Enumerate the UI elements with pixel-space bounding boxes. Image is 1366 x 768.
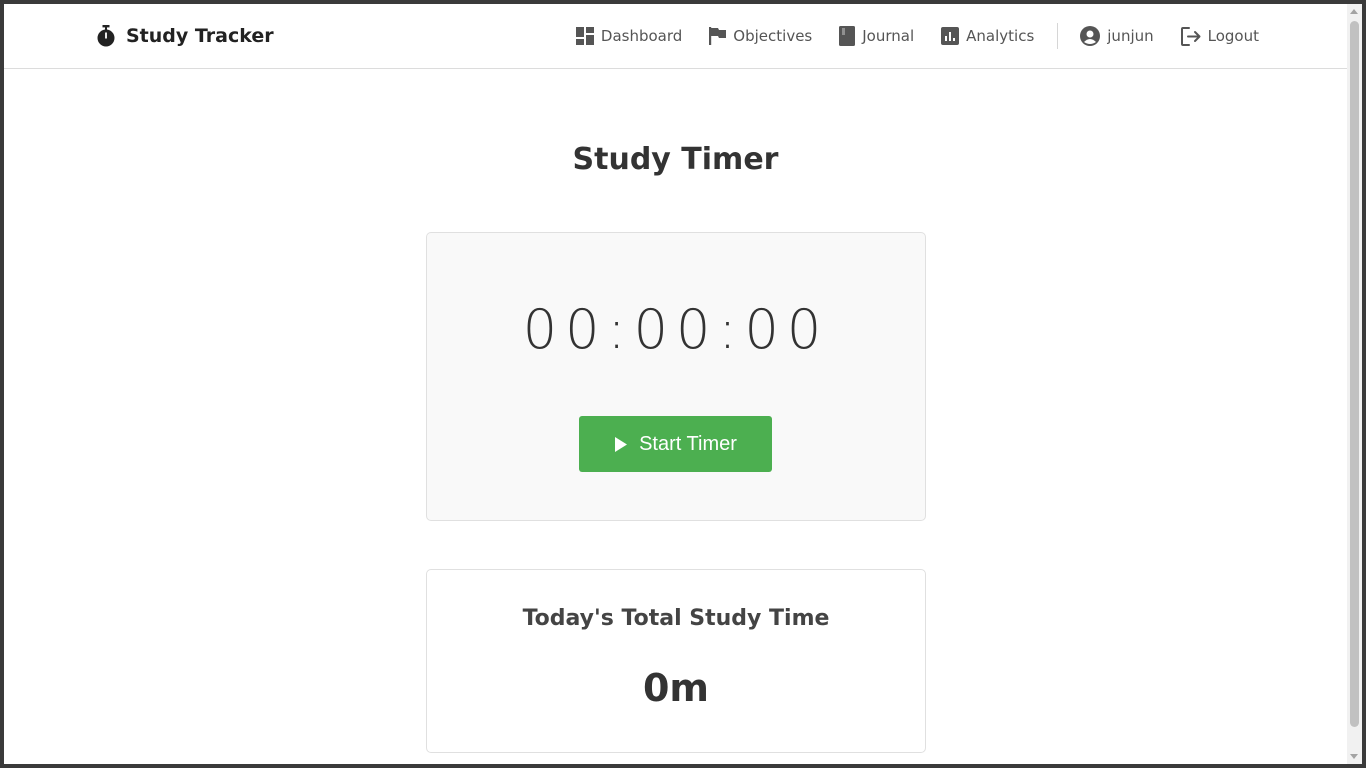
start-timer-button[interactable]: Start Timer	[579, 416, 772, 472]
logout-label: Logout	[1207, 27, 1259, 45]
user-menu[interactable]: junjun	[1080, 26, 1154, 46]
logout-button[interactable]: Logout	[1180, 26, 1259, 46]
scroll-down-arrow-icon[interactable]	[1350, 754, 1358, 759]
nav-item-dashboard[interactable]: Dashboard	[575, 27, 683, 45]
vertical-scrollbar[interactable]	[1347, 4, 1362, 764]
brand-name: Study Tracker	[126, 25, 274, 47]
play-icon	[614, 436, 628, 452]
brand-link[interactable]: Study Tracker	[96, 22, 274, 50]
dashboard-icon	[575, 27, 594, 45]
nav-item-label: Journal	[862, 27, 915, 45]
page-title: Study Timer	[572, 142, 779, 177]
flag-icon	[709, 27, 727, 45]
timer-card: 00:00:00 Start Timer	[426, 232, 926, 521]
total-study-card: Today's Total Study Time 0m	[426, 569, 926, 753]
browser-window: Study Tracker Dashboard Objectives Journ…	[4, 4, 1362, 764]
top-navbar: Study Tracker Dashboard Objectives Journ…	[4, 4, 1347, 69]
analytics-icon	[941, 27, 960, 45]
nav-item-journal[interactable]: Journal	[839, 26, 914, 46]
nav-item-label: Dashboard	[600, 27, 683, 45]
book-icon	[839, 26, 856, 46]
username: junjun	[1107, 27, 1154, 45]
nav-divider	[1057, 23, 1059, 49]
nav-item-objectives[interactable]: Objectives	[709, 27, 812, 45]
total-study-value: 0m	[642, 666, 710, 710]
nav-item-label: Analytics	[966, 27, 1035, 45]
nav-item-analytics[interactable]: Analytics	[941, 27, 1034, 45]
scroll-up-arrow-icon[interactable]	[1350, 9, 1358, 14]
logout-icon	[1180, 26, 1201, 46]
nav-item-label: Objectives	[733, 27, 813, 45]
scrollbar-thumb[interactable]	[1350, 21, 1359, 727]
total-study-title: Today's Total Study Time	[522, 606, 830, 631]
timer-display: 00:00:00	[522, 298, 830, 361]
start-timer-label: Start Timer	[639, 432, 737, 455]
user-circle-icon	[1080, 26, 1101, 46]
page-viewport: Study Tracker Dashboard Objectives Journ…	[4, 4, 1347, 764]
stopwatch-icon	[96, 25, 116, 47]
main-nav: Dashboard Objectives Journal Analytics j…	[575, 23, 1259, 49]
